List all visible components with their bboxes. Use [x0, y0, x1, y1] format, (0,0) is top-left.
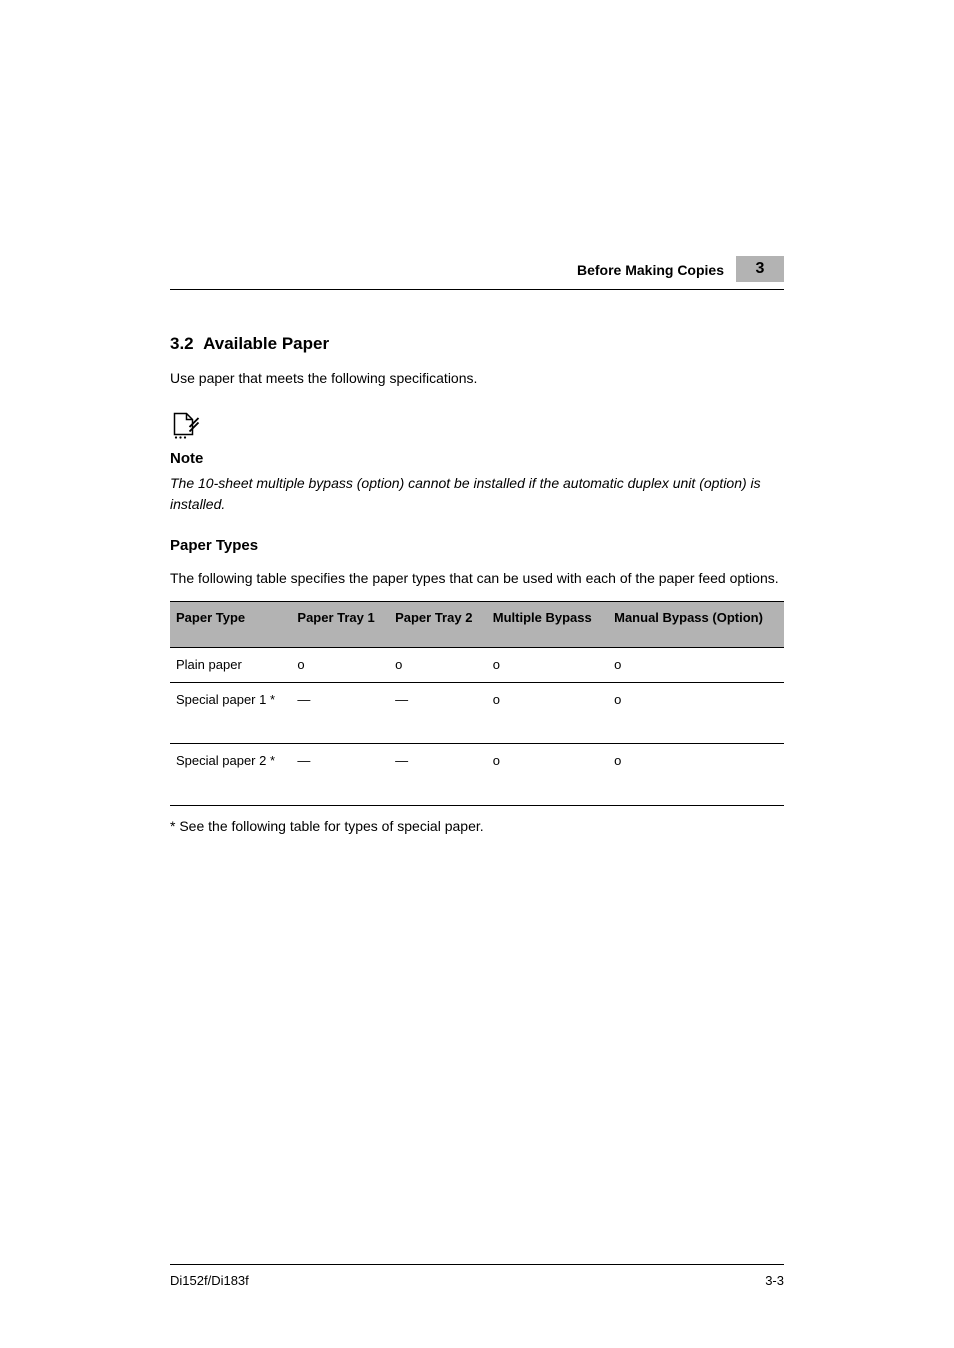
table-cell: —	[389, 683, 487, 744]
table-cell: o	[487, 744, 608, 805]
table-row: Special paper 1 * — — o o	[170, 683, 784, 744]
paper-types-table: Paper Type Paper Tray 1 Paper Tray 2 Mul…	[170, 601, 784, 806]
table-footnote: * See the following table for types of s…	[170, 816, 784, 837]
section-number: 3.2	[170, 334, 194, 353]
table-row: Plain paper o o o o	[170, 648, 784, 683]
note-icon	[170, 409, 214, 444]
table-cell: Plain paper	[170, 648, 291, 683]
note-text: The 10-sheet multiple bypass (option) ca…	[170, 473, 784, 515]
intro-text: Use paper that meets the following speci…	[170, 368, 784, 389]
col-header: Paper Tray 2	[389, 602, 487, 648]
section-title: Available Paper	[203, 334, 329, 353]
table-cell: Special paper 2 *	[170, 744, 291, 805]
subsection-heading: Paper Types	[170, 537, 784, 554]
table-header-row: Paper Type Paper Tray 1 Paper Tray 2 Mul…	[170, 602, 784, 648]
page-footer: Di152f/Di183f 3-3	[170, 1264, 784, 1288]
table-cell: —	[291, 683, 389, 744]
footer-model: Di152f/Di183f	[170, 1273, 249, 1288]
table-row: Special paper 2 * — — o o	[170, 744, 784, 805]
table-cell: o	[608, 648, 784, 683]
table-cell: o	[291, 648, 389, 683]
table-cell: —	[291, 744, 389, 805]
section-heading: 3.2 Available Paper	[170, 334, 784, 354]
chapter-marker: 3	[736, 256, 784, 282]
table-intro: The following table specifies the paper …	[170, 568, 784, 589]
col-header: Multiple Bypass	[487, 602, 608, 648]
col-header: Paper Tray 1	[291, 602, 389, 648]
table-cell: o	[389, 648, 487, 683]
header-rule: Before Making Copies 3	[170, 260, 784, 290]
table-cell: o	[487, 683, 608, 744]
table-cell: Special paper 1 *	[170, 683, 291, 744]
table-cell: —	[389, 744, 487, 805]
footer-page: 3-3	[765, 1273, 784, 1288]
col-header: Manual Bypass (Option)	[608, 602, 784, 648]
col-header: Paper Type	[170, 602, 291, 648]
header-title: Before Making Copies	[577, 262, 724, 278]
note-title: Note	[170, 450, 784, 467]
table-cell: o	[487, 648, 608, 683]
table-cell: o	[608, 744, 784, 805]
table-cell: o	[608, 683, 784, 744]
note-block: Note The 10-sheet multiple bypass (optio…	[170, 409, 784, 515]
